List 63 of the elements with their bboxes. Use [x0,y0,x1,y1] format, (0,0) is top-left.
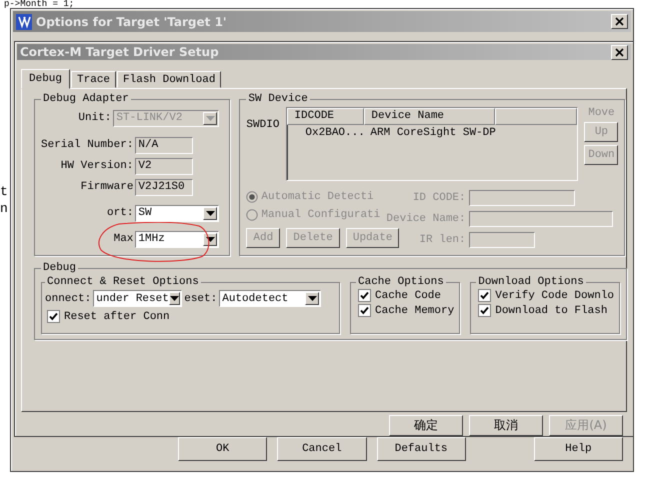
group-title: SW Device [247,93,309,105]
close-icon [615,48,624,56]
field-label: IR len: [419,234,466,246]
window-button[interactable]: Cancel [277,437,366,461]
move-label: Move [588,107,615,119]
checkbox-option[interactable]: Reset after Conn [45,309,336,324]
code-fragment: t [0,183,8,200]
checkbox-icon [47,310,60,323]
dropdown[interactable]: Autodetect [219,290,322,307]
group-title: Connect & Reset Options [46,276,200,288]
group-title: Debug Adapter [42,93,130,105]
caret-icon [203,206,218,220]
group-title: Cache Options [357,276,445,288]
checkbox-option[interactable]: Cache Code [356,288,454,303]
code-fragment: n [0,200,8,217]
checkbox-icon [478,289,492,302]
checkbox-option[interactable]: Download to Flash [476,303,614,318]
close-button[interactable] [611,44,628,60]
field-label: Device Name: [386,213,466,225]
window-title: Options for Target 'Target 1' [36,14,228,28]
window-button[interactable]: OK [178,437,268,461]
readonly-field: N/A [135,136,194,154]
checkbox-icon [358,304,371,317]
field-label: Firmware [80,181,134,193]
field-label: Max [114,233,134,245]
window-button[interactable]: Defaults [376,437,466,461]
checkbox-option[interactable]: Cache Memory [356,303,454,318]
caret-icon [305,292,320,305]
group-title: Debug [42,262,78,274]
dropdown[interactable]: SW [135,204,220,222]
dropdown[interactable]: under Reset [93,290,182,307]
port-label: SWDIO [246,119,280,133]
group-title: Download Options [477,276,585,288]
dialog-button[interactable]: 取消 [469,415,543,436]
checkbox-icon [478,304,492,317]
dropdown[interactable]: 1MHz [135,230,220,248]
close-button[interactable] [611,14,628,29]
field-label: ID CODE: [412,192,466,204]
close-icon [615,17,624,26]
caret-icon [203,112,218,124]
tab[interactable]: Trace [71,71,116,88]
tab[interactable]: Flash Download [117,71,222,88]
checkbox-option[interactable]: Verify Code Downlo [476,288,614,303]
field-label: ort: [107,207,134,219]
table-cell-text: ARM CoreSight SW-DP [369,126,497,141]
tab[interactable]: Debug [21,69,70,89]
readonly-field: V2 [135,158,194,174]
window-button[interactable]: Help [534,437,623,461]
caret-icon [168,292,180,305]
field-label: HW Version: [60,160,134,172]
table-cell-text: Ox2BAO... [304,126,364,141]
field-label: eset: [184,292,218,304]
field-label: Serial Number: [41,139,134,151]
dialog-title: Cortex-M Target Driver Setup [20,45,220,59]
caret-icon [203,232,218,246]
column-header[interactable]: IDCODE [287,108,364,125]
readonly-field: V2J21S0 [135,178,194,196]
field-label: Unit: [78,112,112,124]
field-label: onnect: [45,292,92,304]
column-header[interactable]: Device Name [364,108,496,125]
checkbox-icon [358,289,371,302]
app-icon [16,14,32,30]
dialog-button[interactable]: 确定 [389,415,463,436]
